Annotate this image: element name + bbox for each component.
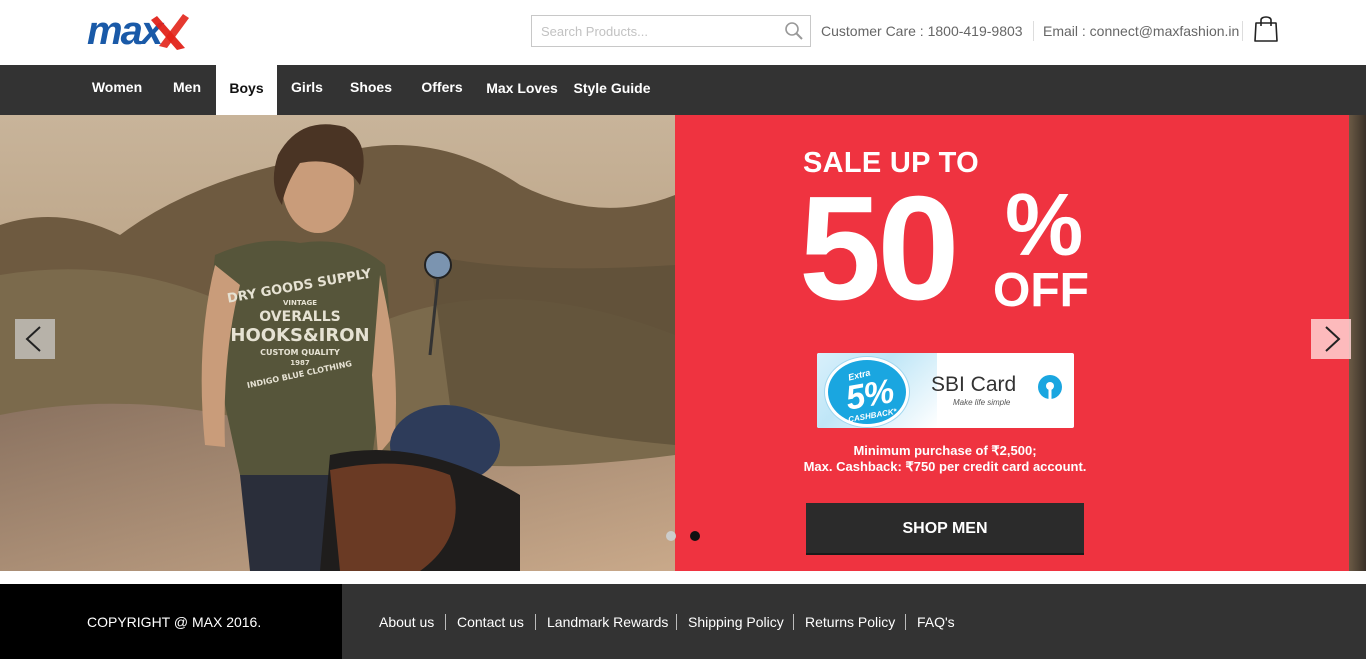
max-logo[interactable]: max [87,10,189,52]
carousel-next-arrow-icon[interactable] [1311,319,1351,359]
customer-care-text: Customer Care : 1800-419-9803 [821,23,1023,39]
footer-link-returns-policy[interactable]: Returns Policy [805,614,895,630]
tshirt-print: OVERALLS [259,309,340,325]
nav-item-offers[interactable]: Offers [412,65,472,115]
footer-copyright-panel: COPYRIGHT @ MAX 2016. [0,584,342,659]
nav-item-women[interactable]: Women [80,65,154,115]
shop-men-button[interactable]: SHOP MEN [806,503,1084,555]
footer-divider [535,614,536,630]
nav-item-shoes[interactable]: Shoes [341,65,401,115]
discount-number: 50 [799,166,960,331]
hero-photo[interactable]: DRY GOODS SUPPLY VINTAGE OVERALLS HOOKS&… [0,115,675,571]
sbi-offer-card: Extra 5% CASHBACK* SBI Card Make life si… [817,353,1074,428]
shopping-bag-icon[interactable] [1254,14,1278,42]
search-input[interactable] [532,16,776,46]
carousel-prev-arrow-icon[interactable] [15,319,55,359]
offer-terms-line1: Minimum purchase of ₹2,500; [853,443,1037,458]
nav-item-style-guide[interactable]: Style Guide [568,65,656,115]
footer-divider [793,614,794,630]
search-icon[interactable] [784,21,804,41]
header-divider [1033,21,1034,41]
nav-item-men[interactable]: Men [164,65,210,115]
tshirt-print: 1987 [290,359,310,367]
header-divider [1242,21,1243,41]
hero-carousel: DRY GOODS SUPPLY VINTAGE OVERALLS HOOKS&… [0,115,1366,571]
footer-link-contact[interactable]: Contact us [457,614,524,630]
footer-link-landmark-rewards[interactable]: Landmark Rewards [547,614,668,630]
email-text: Email : connect@maxfashion.in [1043,23,1240,39]
sbi-card-name: SBI Card [931,373,1017,396]
offer-terms-line2: Max. Cashback: ₹750 per credit card acco… [803,459,1087,474]
site-header: max Customer Care : 1800-419-9803 Email … [0,0,1366,65]
percent-sign: % [1005,175,1084,274]
logo-text: max [87,10,165,52]
footer-divider [905,614,906,630]
footer-link-faqs[interactable]: FAQ's [917,614,955,630]
copyright-text: COPYRIGHT @ MAX 2016. [87,614,262,630]
sbi-logo-icon [1038,375,1062,399]
footer-divider [676,614,677,630]
carousel-dot-2-active[interactable] [690,531,700,541]
sbi-card-tagline: Make life simple [953,398,1011,407]
footer-link-shipping-policy[interactable]: Shipping Policy [688,614,784,630]
nav-item-max-loves[interactable]: Max Loves [482,65,562,115]
next-slide-peek [1349,115,1366,571]
off-text: OFF [993,264,1089,317]
site-footer: COPYRIGHT @ MAX 2016. About us Contact u… [0,584,1366,659]
nav-item-boys[interactable]: Boys [216,65,277,115]
tshirt-print: CUSTOM QUALITY [260,348,340,357]
nav-item-girls[interactable]: Girls [282,65,332,115]
tshirt-print: VINTAGE [283,299,317,307]
search-box [531,15,811,47]
promo-panel: SALE UP TO 50 % OFF Extra 5% CASHBACK* S… [675,115,1349,571]
footer-divider [445,614,446,630]
footer-spacer [0,571,1366,584]
cashback-badge: Extra 5% CASHBACK* [825,357,909,427]
tshirt-print: HOOKS&IRON [230,325,369,346]
main-navigation: Women Men Boys Girls Shoes Offers Max Lo… [0,65,1366,115]
carousel-dot-1[interactable] [666,531,676,541]
footer-link-about[interactable]: About us [379,614,434,630]
